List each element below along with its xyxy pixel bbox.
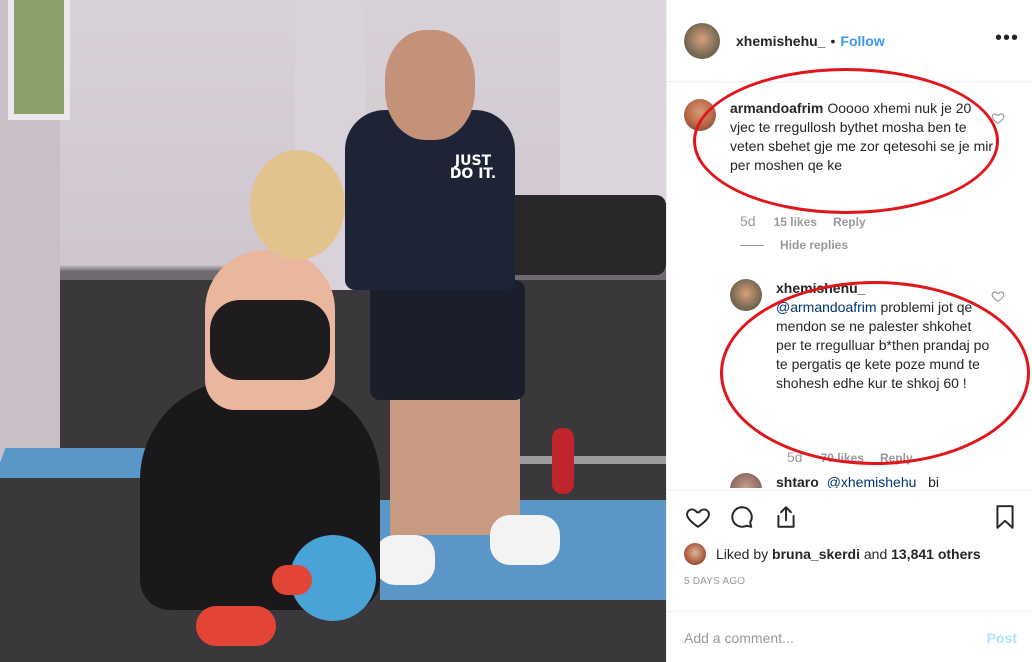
post-actions: Liked by bruna_skerdi and 13,841 others …	[667, 490, 1032, 662]
comment-mention[interactable]: @xhemishehu_	[827, 474, 925, 488]
liked-by-count[interactable]: 13,841 others	[891, 546, 981, 562]
commenter-username[interactable]: shtaro	[776, 474, 819, 488]
man-legs	[390, 395, 520, 535]
heart-icon	[686, 508, 710, 528]
woman-top	[210, 300, 330, 380]
header-separator: •	[830, 32, 836, 49]
comment-like-heart-icon[interactable]	[991, 289, 1005, 303]
like-button[interactable]	[684, 503, 712, 531]
author-username[interactable]: xhemishehu_	[736, 33, 825, 49]
comment-button[interactable]	[728, 503, 756, 531]
post-timestamp[interactable]: 5 DAYS AGO	[684, 576, 745, 587]
man-shoe	[490, 515, 560, 565]
commenter-avatar[interactable]	[684, 99, 716, 131]
reply-button[interactable]: Reply	[833, 215, 866, 229]
liked-by-prefix: Liked by	[716, 546, 769, 562]
share-button[interactable]	[772, 503, 800, 531]
comment-body: xhemishehu_ @armandoafrim problemi jot q…	[776, 279, 994, 393]
comment: armandoafrim Ooooo xhemi nuk je 20 vjec t…	[684, 99, 994, 175]
comments-list[interactable]: armandoafrim Ooooo xhemi nuk je 20 vjec t…	[667, 83, 1032, 488]
comment-likes[interactable]: 15 likes	[774, 215, 817, 229]
comment-likes[interactable]: 70 likes	[821, 451, 864, 465]
post-comment-button[interactable]: Post	[987, 630, 1017, 646]
commenter-username[interactable]: armandoafrim	[730, 100, 823, 116]
comment-body: armandoafrim Ooooo xhemi nuk je 20 vjec t…	[730, 99, 994, 175]
reply-comment: shtaro @xhemishehu_ bi	[730, 473, 1010, 488]
woman-shoe	[272, 565, 312, 595]
woman-shoe	[196, 606, 276, 646]
comment-meta: 5d 70 likes Reply	[787, 449, 913, 465]
liker-avatar[interactable]	[684, 543, 706, 565]
add-comment-bar: Post	[667, 611, 1032, 662]
commenter-username[interactable]: xhemishehu_	[776, 279, 990, 298]
more-options-icon[interactable]: •••	[995, 28, 1019, 48]
save-button[interactable]	[991, 503, 1019, 531]
author-avatar[interactable]	[684, 22, 720, 59]
comment-time[interactable]: 5d	[740, 213, 756, 229]
man-shoe	[375, 535, 435, 585]
follow-button[interactable]: Follow	[840, 33, 884, 49]
comment-mention[interactable]: @armandoafrim	[776, 299, 877, 315]
post-header: xhemishehu_ • Follow •••	[667, 0, 1032, 82]
bookmark-icon	[996, 505, 1014, 529]
barbell	[520, 456, 666, 464]
shirt-text: JUST DO IT.	[449, 153, 497, 182]
liked-by-user[interactable]: bruna_skerdi	[772, 546, 860, 562]
commenter-avatar[interactable]	[730, 279, 762, 311]
liked-by-middle: and	[863, 546, 888, 562]
reply-comment: xhemishehu_ @armandoafrim problemi jot q…	[730, 279, 994, 393]
weight-plate	[552, 428, 574, 494]
add-comment-input[interactable]	[684, 629, 964, 646]
post-side-panel: xhemishehu_ • Follow ••• armandoafrim Ooo…	[666, 0, 1032, 662]
comment-text: bi	[928, 474, 939, 488]
gym-window	[8, 0, 70, 120]
comment-like-heart-icon[interactable]	[991, 111, 1005, 125]
comment-body: shtaro @xhemishehu_ bi	[776, 473, 939, 488]
reply-button[interactable]: Reply	[880, 451, 913, 465]
woman-head	[250, 150, 345, 260]
man-head	[385, 30, 475, 140]
share-icon	[777, 506, 795, 528]
post-photo[interactable]: JUST DO IT.	[0, 0, 666, 662]
commenter-avatar[interactable]	[730, 473, 762, 488]
hide-replies-button[interactable]: Hide replies	[740, 238, 848, 252]
liked-by-row[interactable]: Liked by bruna_skerdi and 13,841 others	[684, 543, 981, 565]
hide-replies-line	[740, 244, 764, 246]
man-shorts	[370, 280, 525, 400]
comment-bubble-icon	[731, 506, 753, 528]
comment-time[interactable]: 5d	[787, 449, 803, 465]
hide-replies-label: Hide replies	[780, 238, 849, 252]
comment-meta: 5d 15 likes Reply	[740, 213, 866, 229]
